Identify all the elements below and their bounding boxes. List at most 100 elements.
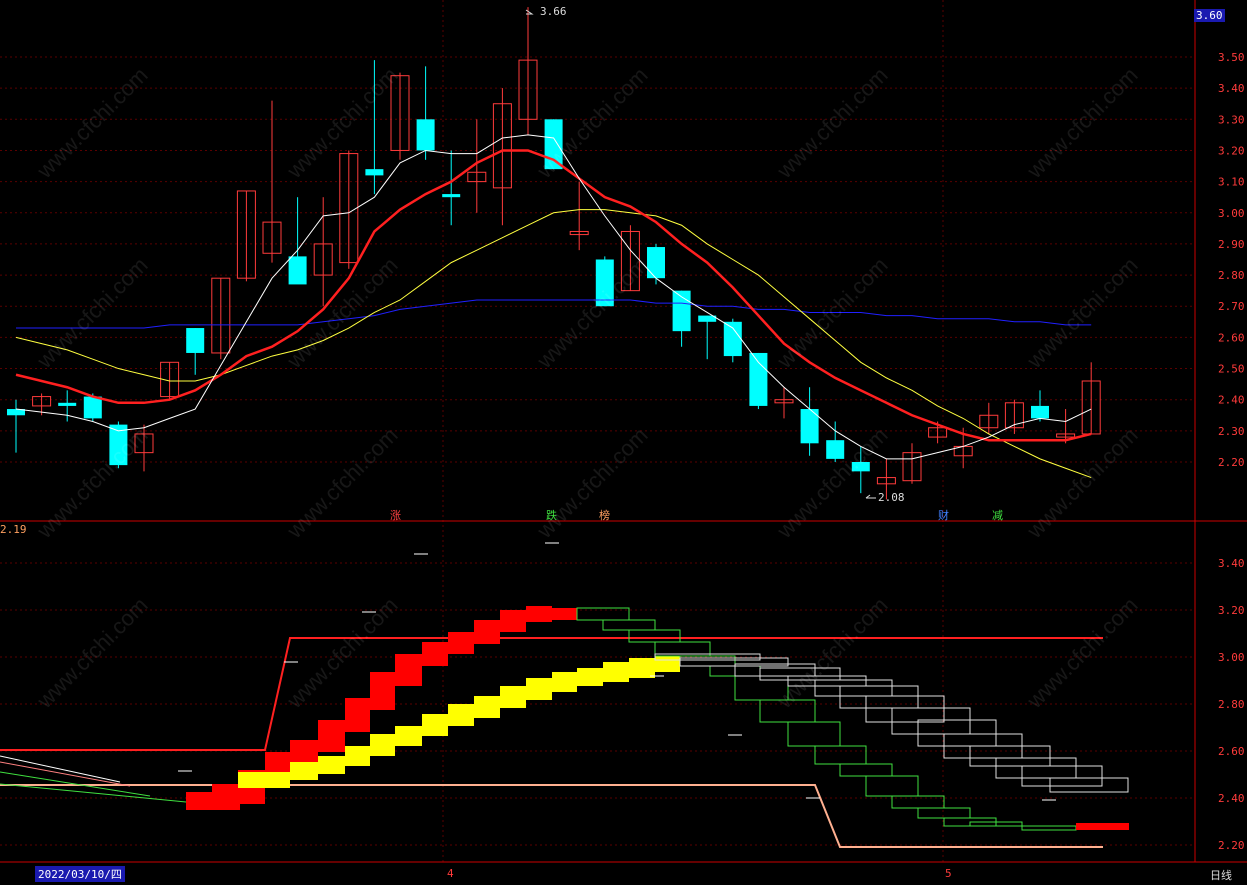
yellow-block (552, 672, 577, 692)
early-step-line (0, 755, 121, 783)
current-price-badge: 3.60 (1194, 9, 1225, 22)
y-tick-label: 2.50 (1218, 363, 1245, 376)
yellow-block (290, 762, 318, 780)
red-block (370, 672, 395, 710)
red-block (500, 610, 526, 632)
month-label-4: 4 (447, 867, 454, 880)
candle-body-down (723, 321, 742, 357)
y-tick-label: 2.30 (1218, 425, 1245, 438)
marker-rise[interactable]: 涨 (388, 507, 403, 523)
white-block (917, 719, 997, 747)
red-block (318, 720, 345, 752)
white-block (1021, 765, 1103, 787)
white-block (787, 675, 867, 687)
ma5-line (15, 134, 1092, 460)
lower-y-tick-label: 2.60 (1218, 745, 1245, 758)
white-block (1049, 777, 1129, 793)
ma10-line (15, 149, 1092, 442)
yellow-block (655, 656, 680, 672)
marker-fall[interactable]: 跌 (544, 507, 559, 523)
y-tick-label: 3.30 (1218, 113, 1245, 126)
y-tick-label: 3.20 (1218, 144, 1245, 157)
marker-list[interactable]: 榜 (597, 507, 612, 523)
grid-lines (0, 0, 1195, 862)
y-tick-label: 3.10 (1218, 176, 1245, 189)
candle-body-down (595, 259, 614, 307)
candle-body-down (749, 352, 768, 406)
yellow-block (526, 678, 552, 700)
white-block (679, 657, 789, 667)
white-block (865, 695, 945, 723)
y-tick-label: 3.40 (1218, 82, 1245, 95)
yellow-block (238, 772, 290, 788)
yellow-block (345, 746, 370, 766)
candle-body-down (365, 169, 384, 176)
white-block (891, 707, 971, 735)
candle-body-down (851, 462, 870, 472)
candle-body-down (544, 119, 563, 170)
lower-y-tick-label: 3.20 (1218, 604, 1245, 617)
lower-indicator-panel (0, 542, 1129, 848)
candle-body-down (83, 396, 102, 419)
yellow-block (474, 696, 500, 718)
marker-reduce[interactable]: 减 (990, 507, 1005, 523)
red-block (552, 608, 577, 620)
lower-panel-value: 2.19 (0, 523, 27, 536)
high-annotation: 3.66 (540, 5, 567, 18)
red-block (422, 642, 448, 666)
candle-body-down (288, 256, 307, 285)
low-leader (865, 494, 876, 499)
green-block (814, 745, 867, 765)
green-block (917, 807, 971, 819)
green-block (628, 629, 681, 643)
green-block (1021, 825, 1077, 831)
final-red-block (1076, 823, 1129, 830)
yellow-block (318, 756, 345, 774)
candle-body-down (58, 402, 77, 406)
low-annotation: 2.08 (878, 491, 905, 504)
green-block (759, 699, 816, 723)
red-block (345, 698, 370, 732)
yellow-block (577, 668, 603, 686)
main-price-panel (7, 7, 1101, 500)
white-block (814, 679, 893, 697)
yellow-block (500, 686, 526, 708)
green-block (839, 763, 893, 777)
current-date: 2022/03/10/四 (35, 866, 125, 882)
lower-y-tick-label: 2.40 (1218, 792, 1245, 805)
yellow-block (370, 734, 395, 756)
y-tick-label: 2.90 (1218, 238, 1245, 251)
yellow-block (422, 714, 448, 736)
y-tick-label: 2.80 (1218, 269, 1245, 282)
yellow-block (448, 704, 474, 726)
candle-body-down (186, 328, 205, 353)
candle-body-down (647, 247, 665, 279)
green-block (865, 775, 919, 797)
red-block (290, 740, 318, 762)
candle-body-down (1031, 405, 1049, 419)
candle-body-down (442, 194, 461, 198)
high-leader (525, 9, 534, 15)
lower-y-tick-label: 2.80 (1218, 698, 1245, 711)
support-line (0, 784, 1103, 848)
white-block (839, 685, 919, 709)
month-label-5: 5 (945, 867, 952, 880)
period-label[interactable]: 日线 (1210, 867, 1232, 883)
yellow-block (629, 658, 655, 678)
ma60-line (16, 299, 1092, 329)
candle-body-down (826, 440, 845, 459)
y-tick-label: 2.70 (1218, 300, 1245, 313)
red-block (474, 620, 500, 644)
y-tick-label: 3.50 (1218, 51, 1245, 64)
green-block (602, 619, 656, 631)
red-block (448, 632, 474, 654)
chart-stage[interactable]: 3.50 3.40 3.30 3.20 3.10 3.00 2.90 2.80 2.70 2.60… (0, 0, 1247, 885)
y-tick-label: 2.20 (1218, 456, 1245, 469)
lower-y-tick-label: 3.00 (1218, 651, 1245, 664)
white-block (995, 757, 1077, 779)
lower-y-tick-label: 3.40 (1218, 557, 1245, 570)
green-block (787, 721, 841, 747)
marker-finance[interactable]: 财 (936, 507, 951, 523)
yellow-block (395, 726, 422, 746)
yellow-block (603, 662, 629, 682)
